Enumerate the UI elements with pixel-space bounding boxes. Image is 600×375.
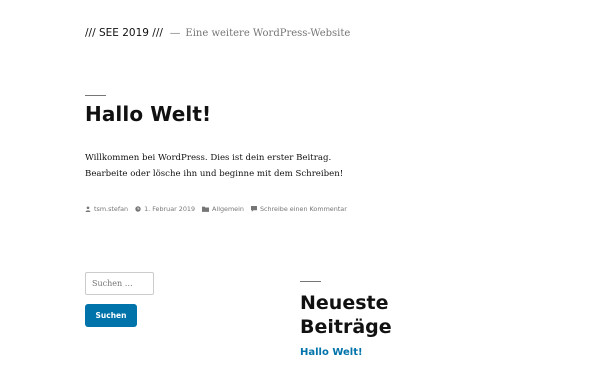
search-input[interactable] bbox=[85, 272, 154, 295]
recent-post-link[interactable]: Hallo Welt! bbox=[300, 347, 363, 358]
post-author[interactable]: tsm.stefan bbox=[85, 205, 128, 213]
post-content-line: Willkommen bei WordPress. Dies ist dein … bbox=[85, 153, 332, 163]
post-category[interactable]: Allgemein bbox=[202, 205, 244, 213]
comment-icon bbox=[250, 206, 257, 212]
clock-icon bbox=[135, 206, 141, 212]
post-date[interactable]: 1. Februar 2019 bbox=[135, 205, 195, 213]
comment-link[interactable]: Schreibe einen Kommentar bbox=[250, 205, 347, 213]
post-content-line: Bearbeite oder lösche ihn und beginne mi… bbox=[85, 169, 344, 179]
post-meta: tsm.stefan 1. Februar 2019 Allgemein Sch… bbox=[85, 205, 354, 213]
entry-title-divider bbox=[85, 95, 106, 96]
post-date-label: 1. Februar 2019 bbox=[144, 205, 196, 213]
search-form: Suchen bbox=[85, 271, 154, 327]
person-icon bbox=[85, 206, 91, 212]
recent-posts-title: Neueste Beiträge bbox=[300, 292, 392, 338]
post-title[interactable]: Hallo Welt! bbox=[85, 104, 211, 124]
site-tagline: Eine weitere WordPress-Website bbox=[185, 28, 351, 39]
widget-title-divider bbox=[300, 281, 321, 282]
site-title-link[interactable]: /// SEE 2019 /// bbox=[85, 27, 163, 39]
title-separator: — bbox=[169, 27, 181, 39]
folder-icon bbox=[202, 206, 210, 212]
comment-link-label: Schreibe einen Kommentar bbox=[259, 205, 347, 213]
post-content: Willkommen bei WordPress. Dies ist dein … bbox=[85, 150, 343, 182]
site-header: /// SEE 2019 /// — Eine weitere WordPres… bbox=[85, 27, 350, 39]
post-category-label: Allgemein bbox=[212, 205, 244, 213]
search-button[interactable]: Suchen bbox=[85, 304, 137, 327]
post-author-label: tsm.stefan bbox=[94, 205, 129, 213]
